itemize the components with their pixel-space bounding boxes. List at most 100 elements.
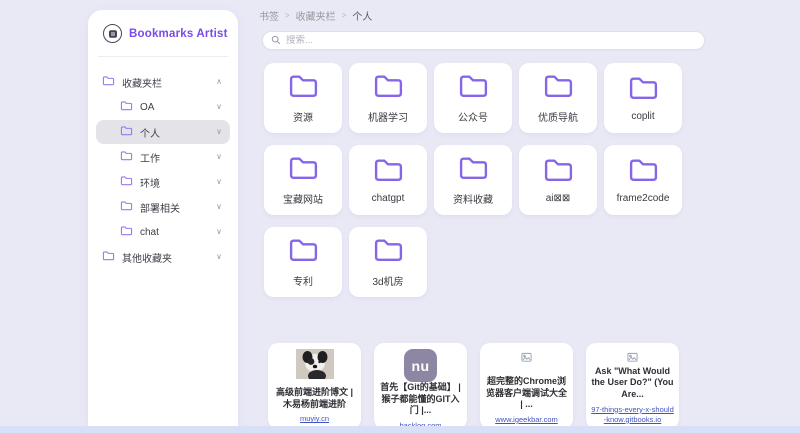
folder-label: ai⊠⊠ <box>546 193 571 204</box>
folder-card-patent[interactable]: 专利 <box>264 227 342 297</box>
broken-image-icon <box>521 349 532 376</box>
folder-card-quality-nav[interactable]: 优质导航 <box>519 63 597 133</box>
bookmark-link[interactable]: muyiy.cn <box>300 414 329 424</box>
bookmark-card-chrome-debug[interactable]: 超完整的Chrome浏览器客户端调试大全 | ... www.igeekbar.… <box>480 343 573 429</box>
sidebar-item-label: 工作 <box>140 150 216 165</box>
folder-icon <box>120 198 133 216</box>
folder-icon <box>120 123 133 141</box>
folder-icon <box>120 223 133 241</box>
chevron-down-icon[interactable]: ∨ <box>216 178 222 186</box>
sidebar-item-deployment[interactable]: 部署相关 ∨ <box>96 195 230 219</box>
breadcrumb-separator: > <box>285 11 290 20</box>
sidebar-item-favorites-bar[interactable]: 收藏夹栏 ∧ <box>96 70 230 94</box>
folder-icon <box>373 72 404 104</box>
folder-label: 宝藏网站 <box>283 191 323 206</box>
folder-label: coplit <box>631 111 654 122</box>
folder-label: frame2code <box>617 193 670 204</box>
bookmark-card-97-things[interactable]: Ask "What Would the User Do?" (You Are..… <box>586 343 679 429</box>
nu-logo: nu <box>404 349 437 382</box>
bookmark-title: 超完整的Chrome浏览器客户端调试大全 | ... <box>485 376 568 411</box>
folder-card-frame2code[interactable]: frame2code <box>604 145 682 215</box>
bookmark-card-muyiy[interactable]: 高级前端进阶博文 | 木易杨前端进阶 muyiy.cn <box>268 343 361 429</box>
sidebar-item-work[interactable]: 工作 ∨ <box>96 145 230 169</box>
bookmark-link[interactable]: 97-things-every-x-should-know.gitbooks.i… <box>591 405 674 425</box>
folder-icon <box>120 173 133 191</box>
sidebar-item-label: 环境 <box>140 175 216 190</box>
folder-card-data-collection[interactable]: 资料收藏 <box>434 145 512 215</box>
sidebar-item-label: 个人 <box>140 125 216 140</box>
bottom-scroll-strip[interactable] <box>0 426 800 433</box>
folder-label: 机器学习 <box>368 109 408 124</box>
breadcrumb-personal[interactable]: 个人 <box>352 8 372 23</box>
bookmark-title: 首先【Git的基础】 | 猴子都能懂的GIT入门 |... <box>379 382 462 417</box>
chevron-down-icon[interactable]: ∨ <box>216 253 222 261</box>
folder-card-chatgpt[interactable]: chatgpt <box>349 145 427 215</box>
bookmarks-logo-icon <box>103 24 122 43</box>
folder-icon <box>102 248 115 266</box>
folder-label: 3d机房 <box>372 273 403 288</box>
folder-card-machine-learning[interactable]: 机器学习 <box>349 63 427 133</box>
bookmark-title: Ask "What Would the User Do?" (You Are..… <box>591 366 674 401</box>
breadcrumb-separator: > <box>342 11 347 20</box>
app-logo: Bookmarks Artist <box>88 10 238 56</box>
folder-card-resources[interactable]: 资源 <box>264 63 342 133</box>
chevron-down-icon[interactable]: ∨ <box>216 103 222 111</box>
search-icon <box>271 32 281 50</box>
bookmark-title: 高级前端进阶博文 | 木易杨前端进阶 <box>273 387 356 410</box>
sidebar-item-label: 其他收藏夹 <box>122 250 216 265</box>
main-content: 书签 > 收藏夹栏 > 个人 资源 机器学习 公众号 优质导航 coplit <box>255 8 795 429</box>
sidebar-item-label: chat <box>140 227 216 238</box>
folder-icon <box>543 156 574 188</box>
sidebar-item-label: 部署相关 <box>140 200 216 215</box>
folder-icon <box>458 154 489 186</box>
folder-label: chatgpt <box>372 193 405 204</box>
folder-icon <box>102 73 115 91</box>
sidebar-item-other-bookmarks[interactable]: 其他收藏夹 ∨ <box>96 245 230 269</box>
sidebar-divider <box>98 56 228 57</box>
folder-icon <box>628 156 659 188</box>
folder-card-3d-room[interactable]: 3d机房 <box>349 227 427 297</box>
sidebar-item-chat[interactable]: chat ∨ <box>96 220 230 244</box>
search-bar[interactable] <box>262 31 705 50</box>
sidebar-item-environment[interactable]: 环境 ∨ <box>96 170 230 194</box>
folder-icon <box>458 72 489 104</box>
chevron-down-icon[interactable]: ∨ <box>216 228 222 236</box>
search-input[interactable] <box>286 35 696 46</box>
folder-icon <box>288 154 319 186</box>
folder-icon <box>628 74 659 106</box>
chevron-down-icon[interactable]: ∨ <box>216 153 222 161</box>
sidebar: Bookmarks Artist 收藏夹栏 ∧ OA ∨ 个人 ∨ 工作 ∨ 环… <box>88 10 238 426</box>
chevron-up-icon[interactable]: ∧ <box>216 78 222 86</box>
nu-logo-text: nu <box>411 358 429 374</box>
folder-card-treasure-sites[interactable]: 宝藏网站 <box>264 145 342 215</box>
folder-grid: 资源 机器学习 公众号 优质导航 coplit 宝藏网站 chatgpt 资料 <box>264 63 795 297</box>
folder-icon <box>288 72 319 104</box>
folder-icon <box>120 148 133 166</box>
sidebar-item-label: 收藏夹栏 <box>122 75 216 90</box>
chevron-down-icon[interactable]: ∨ <box>216 128 222 136</box>
bookmark-link[interactable]: www.igeekbar.com <box>495 415 558 425</box>
folder-label: 优质导航 <box>538 109 578 124</box>
folder-icon <box>373 156 404 188</box>
app-title: Bookmarks Artist <box>129 28 228 40</box>
breadcrumb-bookmarks[interactable]: 书签 <box>259 8 279 23</box>
folder-label: 公众号 <box>458 109 488 124</box>
breadcrumb-favorites-bar[interactable]: 收藏夹栏 <box>296 8 336 23</box>
folder-icon <box>373 236 404 268</box>
folder-card-official-account[interactable]: 公众号 <box>434 63 512 133</box>
chevron-down-icon[interactable]: ∨ <box>216 203 222 211</box>
sidebar-item-personal[interactable]: 个人 ∨ <box>96 120 230 144</box>
folder-icon <box>120 98 133 116</box>
breadcrumb: 书签 > 收藏夹栏 > 个人 <box>255 8 795 23</box>
folder-label: 资源 <box>293 109 313 124</box>
dog-thumbnail-image <box>296 349 334 387</box>
folder-card-ai-draw[interactable]: ai⊠⊠ <box>519 145 597 215</box>
folder-label: 专利 <box>293 273 313 288</box>
bookmarks-row: 高级前端进阶博文 | 木易杨前端进阶 muyiy.cn nu 首先【Git的基础… <box>268 343 795 429</box>
folder-card-coplit[interactable]: coplit <box>604 63 682 133</box>
broken-image-icon <box>627 349 638 366</box>
folder-icon <box>543 72 574 104</box>
sidebar-item-oa[interactable]: OA ∨ <box>96 95 230 119</box>
folder-icon <box>288 236 319 268</box>
bookmark-card-backlog-git[interactable]: nu 首先【Git的基础】 | 猴子都能懂的GIT入门 |... backlog… <box>374 343 467 429</box>
